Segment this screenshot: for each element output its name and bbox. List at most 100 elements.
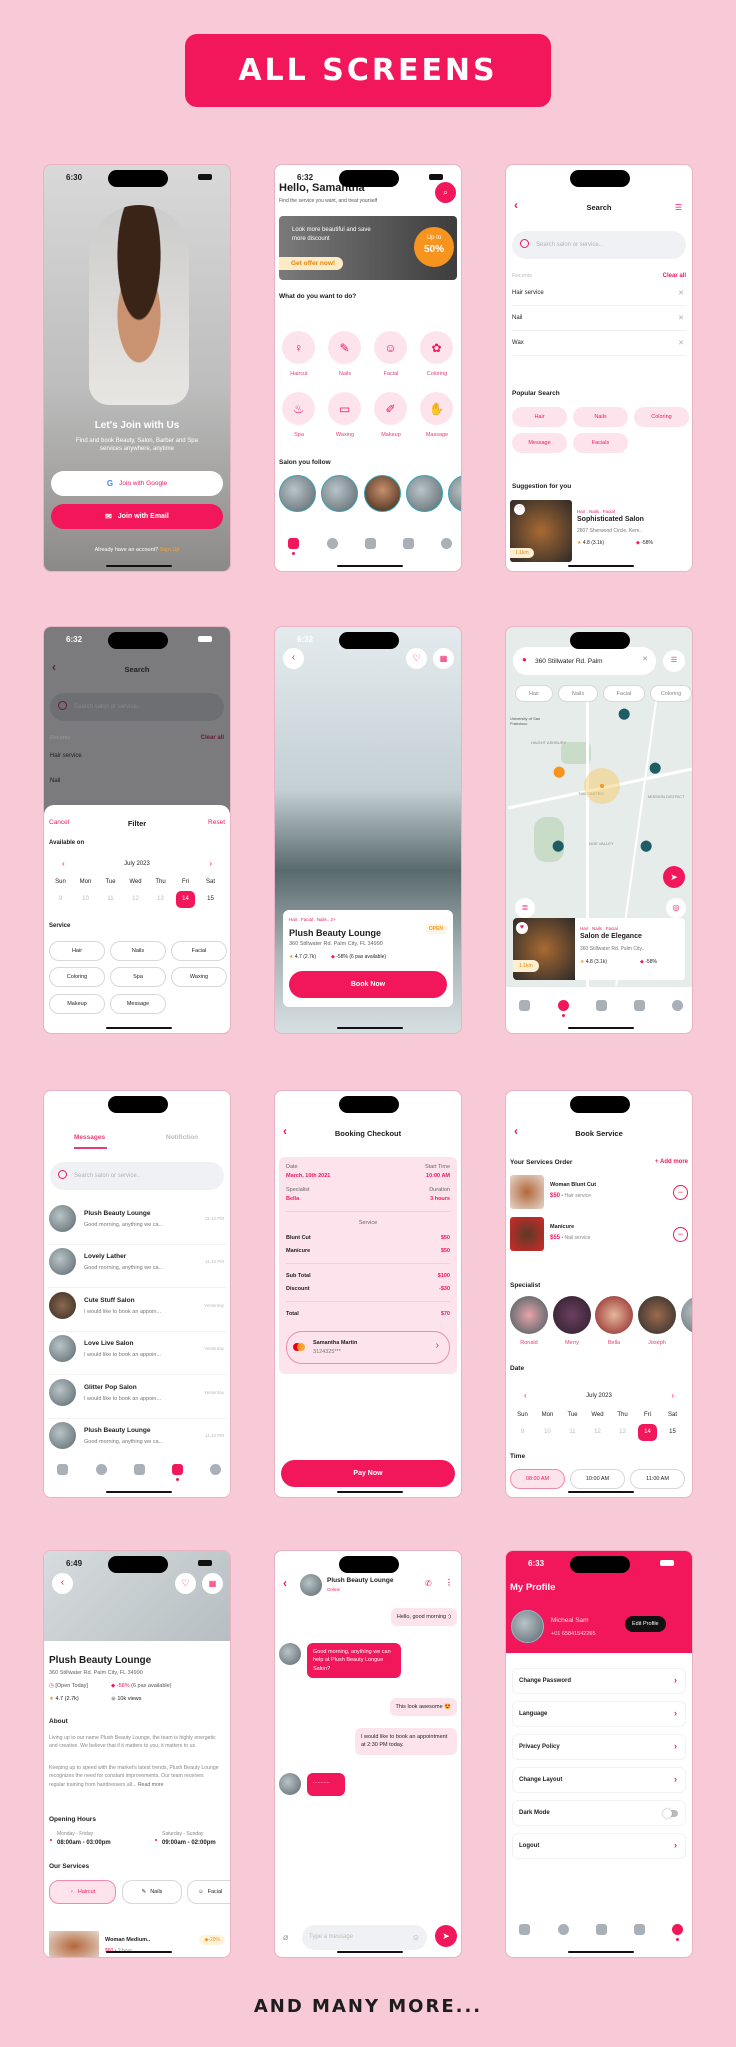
category-waxing[interactable]: ▭ Waxing (328, 392, 361, 438)
suggestion-card[interactable]: ♡ 1.1km Hair . Nails . Facial Sophistica… (510, 500, 688, 562)
specialist-ronald[interactable]: Ronald (510, 1296, 548, 1346)
map-chip[interactable]: Facial (603, 685, 645, 702)
conversation-item[interactable]: Cute Stuff Salon I would like to book an … (48, 1289, 226, 1332)
clear-icon[interactable]: ✕ (642, 655, 648, 663)
chat-icon[interactable] (634, 1924, 645, 1935)
more-icon[interactable]: ⋮ (445, 1578, 453, 1587)
filter-button[interactable]: ☰ (663, 650, 685, 672)
time-slot[interactable]: 11:00 AM (630, 1469, 685, 1489)
popular-chip[interactable]: Facials (573, 433, 628, 453)
salon-card[interactable]: ♥ 1.1km Hair . Nails . Facial Salon de E… (513, 918, 685, 980)
explore-icon[interactable] (558, 1924, 569, 1935)
specialist-merry[interactable]: Merry (553, 1296, 591, 1346)
service-chip[interactable]: Makeup (49, 994, 105, 1014)
service-item[interactable]: Woman Medium.. $60 • 2 hour ◆-20% (49, 1931, 225, 1957)
calendar-icon[interactable] (365, 538, 376, 549)
home-icon[interactable] (519, 1924, 530, 1935)
explore-icon[interactable] (327, 538, 338, 549)
filter-icon[interactable]: ☰ (675, 203, 682, 212)
followed-salon[interactable] (406, 475, 443, 512)
payment-method[interactable]: Samantha Martin 3124325*** › (286, 1331, 450, 1364)
next-month-icon[interactable]: › (671, 1391, 674, 1400)
service-tab-haircut[interactable]: ♀ Haircut (49, 1880, 116, 1904)
navigate-button[interactable]: ➤ (663, 866, 685, 888)
popular-chip[interactable]: Coloring (634, 407, 689, 427)
chat-icon[interactable] (403, 538, 414, 549)
day-selected[interactable]: 14 (176, 891, 195, 908)
menu-privacy-policy[interactable]: Privacy Policy › (512, 1734, 686, 1760)
map-button[interactable]: ▦ (202, 1573, 223, 1594)
day[interactable]: 12 (123, 891, 148, 908)
menu-language[interactable]: Language › (512, 1701, 686, 1727)
explore-icon[interactable] (558, 1000, 569, 1011)
service-chip[interactable]: Coloring (49, 967, 105, 987)
time-slot-selected[interactable]: 08:00 AM (510, 1469, 565, 1489)
remove-item-button[interactable]: − (673, 1185, 688, 1200)
locate-me-button[interactable]: ◎ (666, 898, 686, 918)
list-view-button[interactable]: ≣ (515, 898, 535, 918)
attach-icon[interactable]: ⌀ (283, 1932, 288, 1943)
time-slot[interactable]: 10:00 AM (570, 1469, 625, 1489)
calendar-icon[interactable] (596, 1924, 607, 1935)
chat-icon[interactable] (634, 1000, 645, 1011)
menu-logout[interactable]: Logout › (512, 1833, 686, 1859)
join-email-button[interactable]: ✉ Join with Email (51, 504, 223, 529)
emoji-icon[interactable]: ☺ (412, 1925, 420, 1950)
day[interactable]: 11 (98, 891, 123, 908)
close-icon[interactable]: ✕ (678, 289, 684, 297)
day[interactable]: 9 (510, 1424, 535, 1441)
search-input[interactable]: Search salon or service.. (50, 1162, 224, 1190)
join-google-button[interactable]: G Join with Google (51, 471, 223, 496)
category-makeup[interactable]: ✐ Makeup (374, 392, 407, 438)
map-pin-icon[interactable]: ⬤ (553, 765, 565, 778)
category-coloring[interactable]: ✿ Coloring (420, 331, 453, 377)
specialist-bella[interactable]: Bella (595, 1296, 633, 1346)
service-chip[interactable]: Hair (49, 941, 105, 961)
chat-icon[interactable] (172, 1464, 183, 1475)
map-chip[interactable]: Hair (515, 685, 553, 702)
service-chip[interactable]: Waxing (171, 967, 227, 987)
conversation-item[interactable]: Love Live Salon I would like to book an a… (48, 1332, 226, 1375)
followed-salon[interactable] (448, 475, 461, 512)
map-chip[interactable]: Nails (558, 685, 598, 702)
day-selected[interactable]: 14 (638, 1424, 657, 1441)
profile-icon[interactable] (441, 538, 452, 549)
favorite-button[interactable]: ♡ (175, 1573, 196, 1594)
map-pin-icon[interactable]: ⬤ (640, 839, 652, 852)
service-chip[interactable]: Spa (110, 967, 166, 987)
back-button[interactable]: ‹ (283, 648, 304, 669)
clear-all-link[interactable]: Clear all (663, 273, 686, 279)
day[interactable]: 10 (73, 891, 98, 908)
category-nails[interactable]: ✎ Nails (328, 331, 361, 377)
service-tab-facial[interactable]: ☺ Facial (187, 1880, 230, 1904)
day[interactable]: 10 (535, 1424, 560, 1441)
followed-salon[interactable] (279, 475, 316, 512)
edit-profile-button[interactable]: Edit Profile (625, 1616, 666, 1632)
reset-button[interactable]: Reset (208, 819, 225, 826)
offer-banner[interactable]: Look more beautiful and save more discou… (279, 216, 457, 280)
location-input[interactable]: ● 360 Stillwater Rd. Palm ✕ (513, 647, 656, 675)
avatar[interactable] (681, 1296, 692, 1334)
recent-item[interactable]: Wax ✕ (512, 331, 686, 356)
back-icon[interactable]: ‹ (283, 1576, 287, 1590)
get-offer-button[interactable]: Get offer now! (279, 257, 344, 270)
heart-icon[interactable]: ♡ (514, 504, 525, 515)
menu-change-layout[interactable]: Change Layout › (512, 1767, 686, 1793)
map-chip[interactable]: Coloring (650, 685, 692, 702)
category-spa[interactable]: ♨ Spa (282, 392, 315, 438)
map-button[interactable]: ▦ (433, 648, 454, 669)
service-tab-nails[interactable]: ✎ Nails (122, 1880, 182, 1904)
read-more-link[interactable]: Read more (138, 1782, 164, 1788)
category-massage[interactable]: ✋ Massage (420, 392, 453, 438)
recent-item[interactable]: Hair service ✕ (512, 281, 686, 306)
tab-messages[interactable]: Messages (74, 1134, 105, 1141)
popular-chip[interactable]: Message (512, 433, 567, 453)
profile-icon[interactable] (672, 1000, 683, 1011)
home-icon[interactable] (288, 538, 299, 549)
map-pin-icon[interactable]: ⬤ (552, 839, 564, 852)
day[interactable]: 9 (48, 891, 73, 908)
next-month-icon[interactable]: › (209, 859, 212, 868)
day[interactable]: 13 (148, 891, 173, 908)
pay-now-button[interactable]: Pay Now (281, 1460, 455, 1487)
service-chip[interactable]: Facial (171, 941, 227, 961)
